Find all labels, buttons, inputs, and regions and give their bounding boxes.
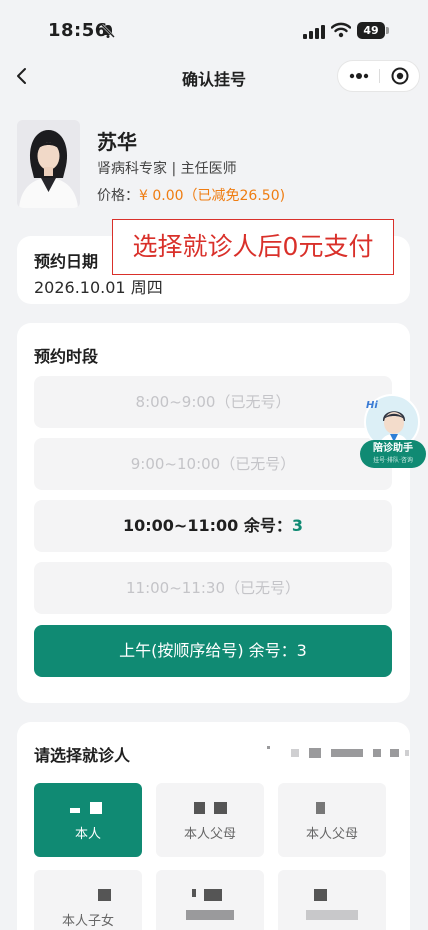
doctor-name: 苏华	[97, 130, 137, 154]
status-time: 18:56	[48, 20, 108, 41]
assistant-subtitle: 挂号·排队·咨询	[373, 457, 413, 464]
patient-select-card: 请选择就诊人 本人 本人父母 本人父母 本人子女	[17, 722, 410, 930]
patient-tile-self[interactable]: 本人	[34, 783, 142, 857]
time-slot-text: 8:00~9:00（已无号）	[135, 393, 291, 411]
more-icon[interactable]	[338, 61, 379, 91]
close-program-icon[interactable]	[380, 61, 420, 91]
time-slot-card: 预约时段 8:00~9:00（已无号） 9:00~10:00（已无号） 10:0…	[17, 323, 410, 703]
time-slot-text: 上午(按顺序给号) 余号：3	[119, 641, 307, 660]
battery-cap	[386, 27, 389, 34]
time-slot-option[interactable]: 8:00~9:00（已无号）	[34, 376, 392, 428]
price-row: 价格：¥ 0.00（已减免26.50)	[97, 185, 285, 205]
patient-select-label: 请选择就诊人	[34, 746, 131, 765]
assistant-name: 陪诊助手	[373, 443, 413, 454]
masked-patient-info	[249, 746, 409, 758]
patient-tile-label: 本人子女	[61, 914, 114, 929]
remaining-count: 3	[291, 516, 303, 535]
time-slot-option[interactable]: 11:00~11:30（已无号）	[34, 562, 392, 614]
nav-bar: 确认挂号	[0, 58, 428, 94]
assistant-hi: Hi	[366, 400, 378, 411]
patient-tile-label: 本人父母	[305, 827, 358, 842]
signal-icon	[303, 25, 325, 39]
date-label: 预约日期	[34, 252, 99, 271]
time-slot-text: 11:00~11:30（已无号）	[125, 579, 301, 597]
time-slot-text: 9:00~10:00（已无号）	[130, 455, 296, 473]
patient-tile-masked[interactable]	[278, 870, 386, 930]
time-slot-option[interactable]: 10:00~11:00 余号：3	[34, 500, 392, 552]
payment-notice: 选择就诊人后0元支付	[112, 219, 394, 275]
battery-indicator: 49	[357, 22, 389, 39]
time-slot-text: 10:00~11:00 余号：	[123, 516, 292, 535]
battery-level: 49	[357, 22, 385, 39]
patient-tile-label: 本人	[74, 827, 101, 842]
doctor-title: 肾病科专家 | 主任医师	[97, 161, 237, 177]
price-value: ¥ 0.00（已减免26.50)	[139, 188, 286, 204]
time-slot-option-selected[interactable]: 上午(按顺序给号) 余号：3	[34, 625, 392, 677]
patient-tile-parents[interactable]: 本人父母	[156, 783, 264, 857]
patient-tile-parents[interactable]: 本人父母	[278, 783, 386, 857]
escort-assistant-button[interactable]: Hi 陪诊助手 挂号·排队·咨询	[358, 390, 428, 470]
bell-muted-icon	[101, 24, 115, 38]
wifi-icon	[331, 22, 351, 38]
patient-tile-masked[interactable]	[156, 870, 264, 930]
price-label: 价格：	[97, 188, 139, 204]
time-slot-option[interactable]: 9:00~10:00（已无号）	[34, 438, 392, 490]
patient-tile-label: 本人父母	[183, 827, 236, 842]
assistant-pill: 陪诊助手 挂号·排队·咨询	[360, 440, 426, 468]
status-bar: 18:56 49	[0, 0, 428, 58]
date-value: 2026.10.01 周四	[34, 278, 163, 297]
mini-program-capsule	[337, 60, 420, 92]
patient-tile-children[interactable]: 本人子女	[34, 870, 142, 930]
time-slot-label: 预约时段	[34, 347, 99, 366]
doctor-photo	[17, 120, 80, 208]
